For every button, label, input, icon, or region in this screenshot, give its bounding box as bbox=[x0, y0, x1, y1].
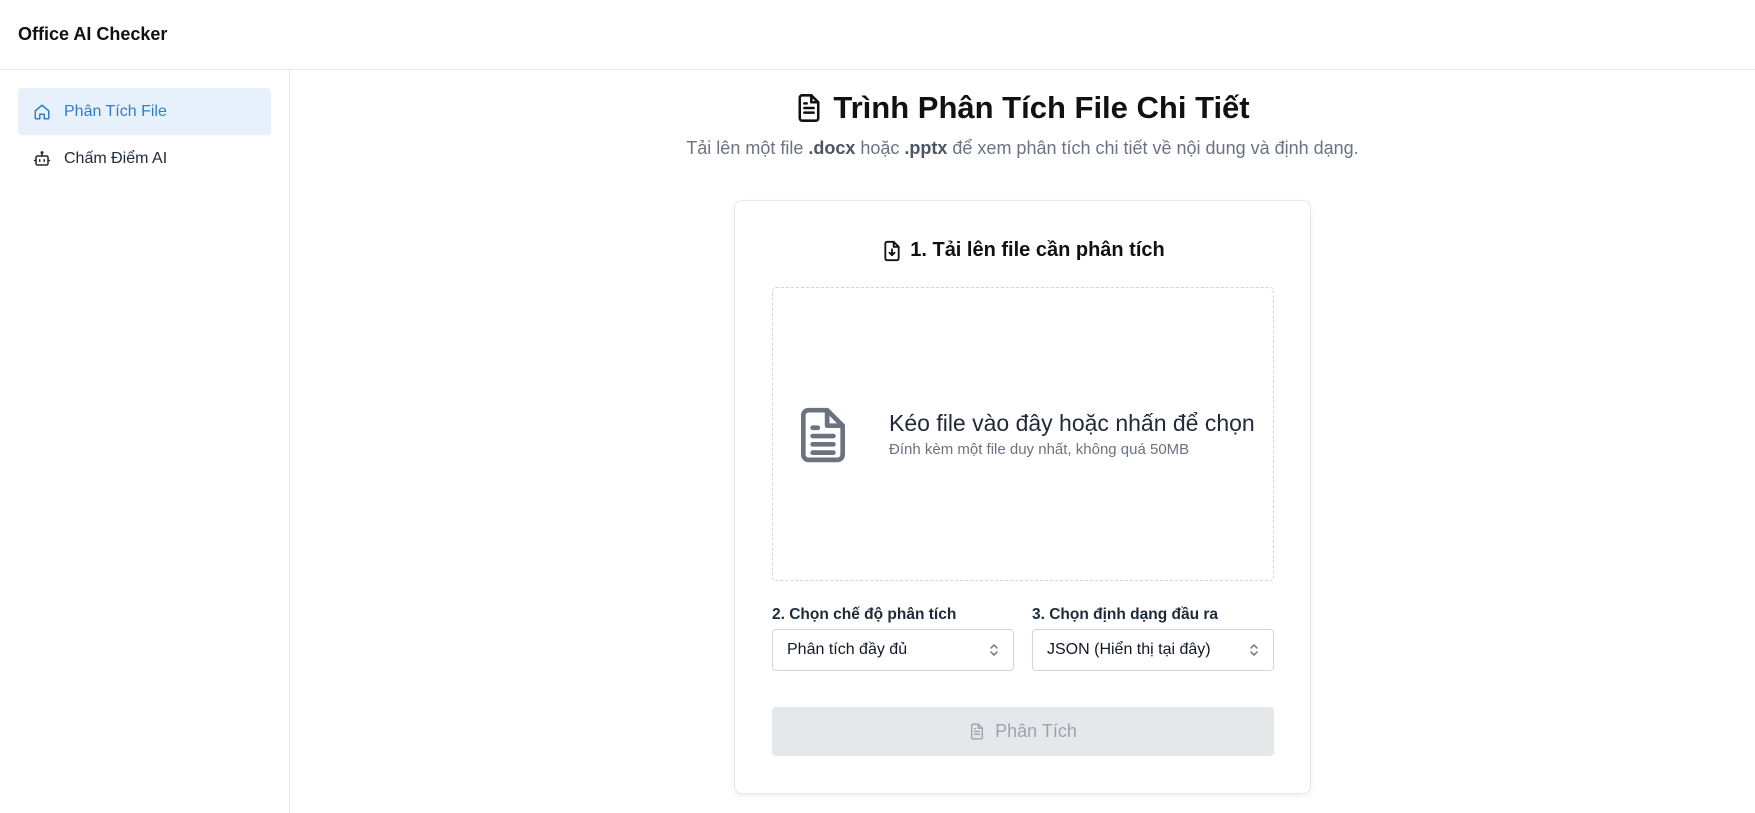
document-icon bbox=[795, 93, 823, 123]
sidebar: Phân Tích File Chấm Điểm AI bbox=[0, 70, 290, 813]
home-icon bbox=[32, 102, 52, 122]
document-icon bbox=[797, 406, 849, 464]
chevron-up-down-icon bbox=[1249, 642, 1259, 658]
file-download-icon bbox=[882, 240, 902, 262]
sidebar-item-cham-diem-ai[interactable]: Chấm Điểm AI bbox=[18, 135, 271, 182]
analysis-mode-select[interactable]: Phân tích đầy đủ bbox=[772, 629, 1014, 671]
sidebar-item-phan-tich-file[interactable]: Phân Tích File bbox=[18, 88, 271, 135]
output-format-label: 3. Chọn định dạng đầu ra bbox=[1032, 606, 1218, 623]
analysis-mode-field: 2. Chọn chế độ phân tích Phân tích đầy đ… bbox=[772, 606, 1014, 671]
app-title: Office AI Checker bbox=[18, 24, 168, 44]
output-format-select[interactable]: JSON (Hiển thị tại đây) bbox=[1032, 629, 1274, 671]
sidebar-item-label: Chấm Điểm AI bbox=[64, 149, 168, 167]
main-content: Trình Phân Tích File Chi Tiết Tải lên mộ… bbox=[290, 70, 1755, 813]
page-header: Trình Phân Tích File Chi Tiết Tải lên mộ… bbox=[290, 90, 1755, 159]
chevron-up-down-icon bbox=[989, 642, 999, 658]
sidebar-item-label: Phân Tích File bbox=[64, 102, 167, 120]
robot-icon bbox=[32, 149, 52, 169]
document-icon bbox=[969, 722, 985, 741]
dropzone-main-text: Kéo file vào đây hoặc nhấn để chọn bbox=[889, 410, 1255, 436]
page-title: Trình Phân Tích File Chi Tiết bbox=[833, 90, 1250, 125]
output-format-field: 3. Chọn định dạng đầu ra JSON (Hiển thị … bbox=[1032, 606, 1274, 671]
file-dropzone[interactable]: Kéo file vào đây hoặc nhấn để chọn Đính … bbox=[772, 287, 1274, 581]
top-bar: Office AI Checker bbox=[0, 0, 1755, 70]
page-subtitle: Tải lên một file .docx hoặc .pptx để xem… bbox=[686, 138, 1359, 158]
analysis-mode-label: 2. Chọn chế độ phân tích bbox=[772, 606, 957, 623]
dropzone-hint-text: Đính kèm một file duy nhất, không quá 50… bbox=[889, 441, 1190, 458]
upload-card-heading: 1. Tải lên file cần phân tích bbox=[735, 239, 1312, 267]
upload-card: 1. Tải lên file cần phân tích Kéo file v… bbox=[734, 200, 1311, 794]
analyze-button[interactable]: Phân Tích bbox=[772, 707, 1274, 756]
